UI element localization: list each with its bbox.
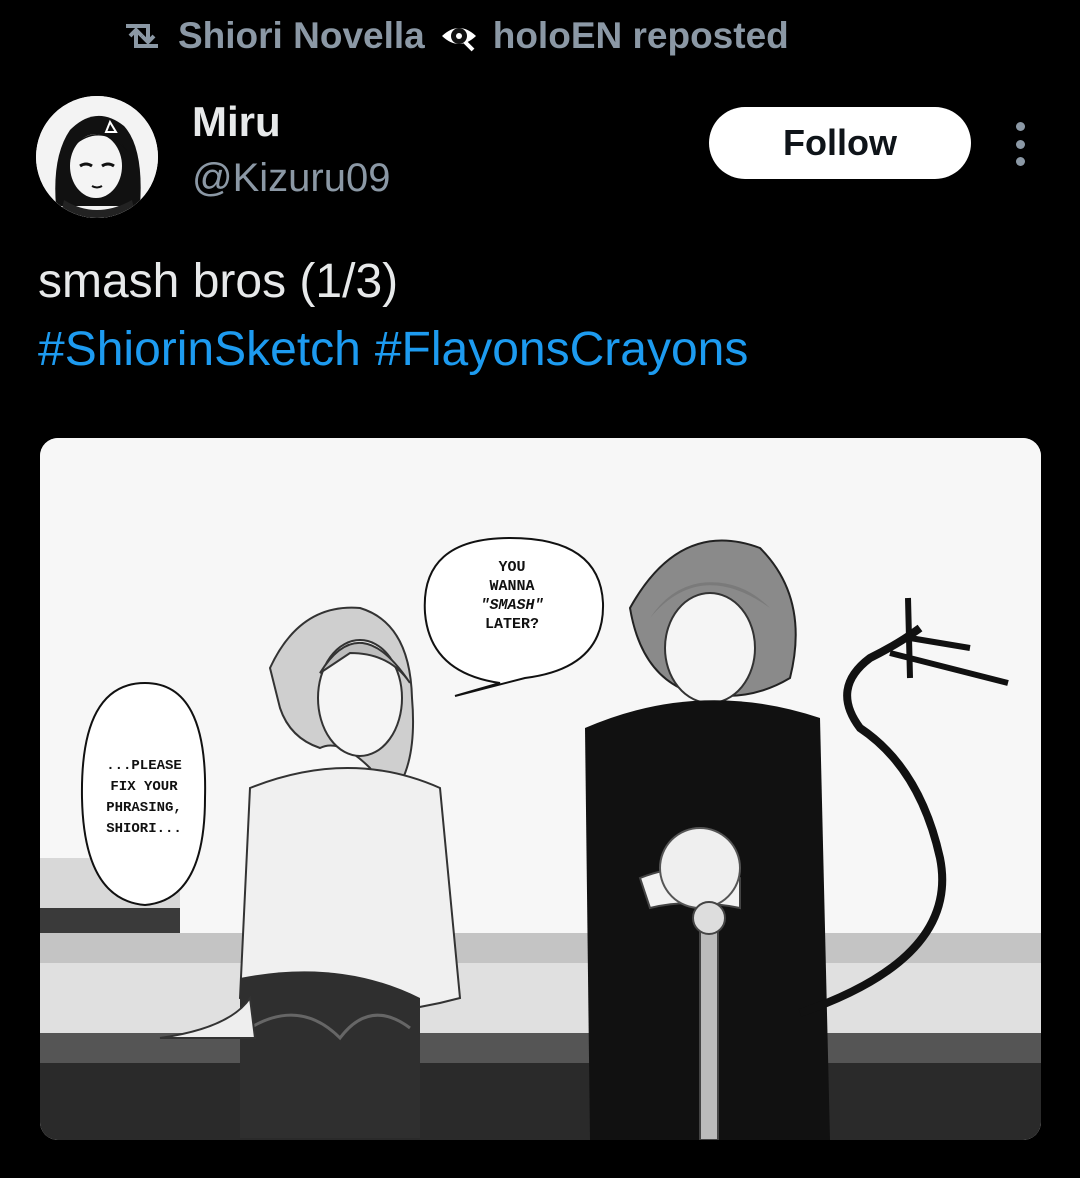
hashtag-link[interactable]: #FlayonsCrayons xyxy=(375,323,749,376)
author-handle[interactable]: @Kizuru09 xyxy=(192,156,390,201)
bubble-right-line: YOU xyxy=(498,559,525,576)
bubble-left-line: SHIORI... xyxy=(106,821,182,837)
bubble-right-line: WANNA xyxy=(489,578,534,595)
hashtag-link[interactable]: #ShiorinSketch xyxy=(38,323,361,376)
bubble-right-line: "SMASH" xyxy=(480,597,543,614)
repost-suffix: holoEN reposted xyxy=(492,15,789,56)
repost-name[interactable]: Shiori Novella xyxy=(178,15,425,57)
follow-button[interactable]: Follow xyxy=(709,107,971,179)
avatar[interactable] xyxy=(36,96,158,218)
repost-icon xyxy=(126,24,158,48)
repost-context[interactable]: Shiori Novella holoEN reposted xyxy=(120,10,789,62)
post-body: smash bros (1/3) #ShiorinSketch #FlayonsC… xyxy=(38,248,762,384)
bubble-left-line: FIX YOUR xyxy=(110,779,178,795)
author-name[interactable]: Miru xyxy=(192,98,281,146)
post-hashtags: #ShiorinSketch #FlayonsCrayons xyxy=(38,316,762,384)
more-options-icon[interactable] xyxy=(1004,122,1036,166)
post-text: smash bros (1/3) xyxy=(38,255,399,308)
post-image[interactable]: YOU WANNA "SMASH" LATER? ...PLEASE FIX Y… xyxy=(40,438,1041,1140)
bubble-left-line: ...PLEASE xyxy=(106,758,182,774)
eye-icon xyxy=(441,28,476,52)
bubble-left-line: PHRASING, xyxy=(106,800,182,816)
bubble-right-line: LATER? xyxy=(485,616,539,633)
